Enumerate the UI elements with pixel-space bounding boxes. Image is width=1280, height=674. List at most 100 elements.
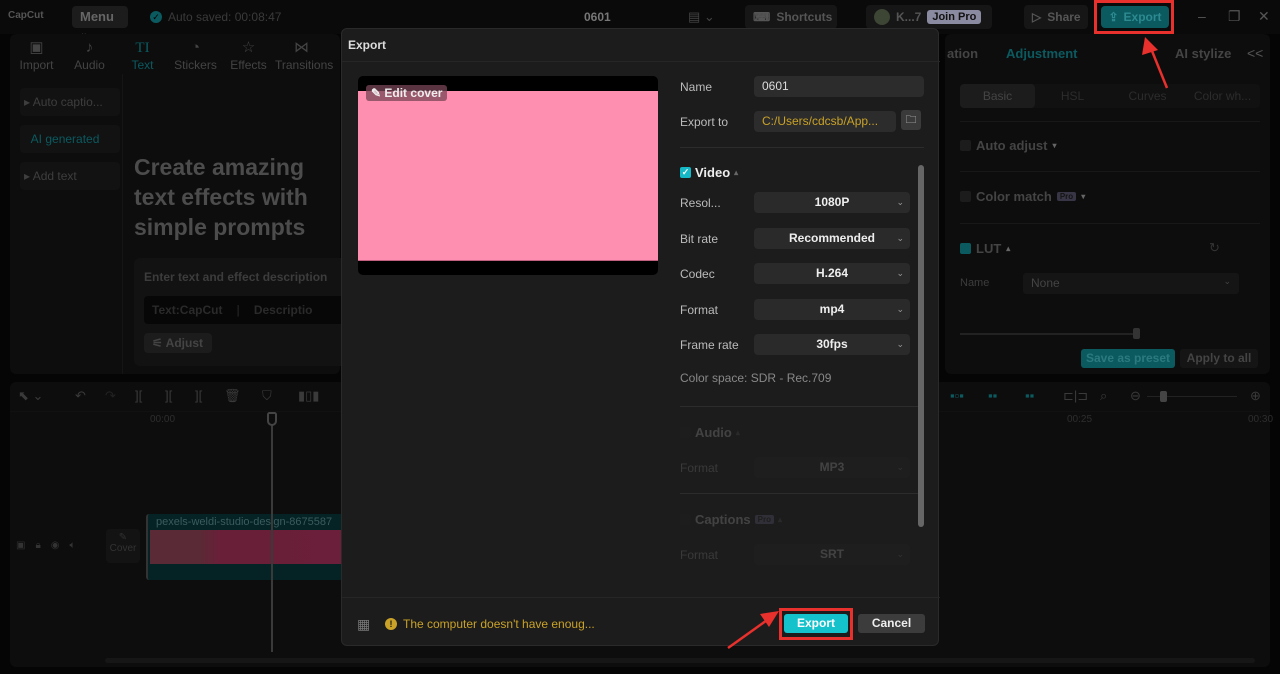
prompt-label: Enter text and effect description	[144, 270, 328, 284]
lock-icon[interactable]: 🔒︎	[35, 540, 40, 551]
codec-select[interactable]: H.264 ⌄	[754, 263, 910, 284]
sidebar-item-ai-generated[interactable]: AI generated	[20, 125, 120, 153]
tool-audio[interactable]: ♪ Audio	[63, 36, 116, 72]
user-account[interactable]: K...7 Join Pro	[866, 5, 992, 29]
tab-adjustment[interactable]: Adjustment	[1006, 46, 1078, 61]
export-button-top[interactable]: ⇪ Export	[1101, 6, 1169, 28]
split-preview-icon[interactable]: ⊏|⊐	[1063, 388, 1088, 404]
main-track-magnet-icon[interactable]: ▪▫▪	[950, 388, 964, 403]
marker-icon[interactable]: ⛉	[262, 388, 272, 404]
bitrate-value: Recommended	[788, 231, 876, 245]
tool-text[interactable]: TI Text	[116, 36, 169, 72]
reset-icon[interactable]: ↻	[1209, 240, 1220, 256]
subtab-color-wheel[interactable]: Color wh...	[1185, 84, 1260, 108]
zoom-slider-handle[interactable]	[1160, 391, 1167, 402]
caret-up-icon[interactable]: ▴	[778, 515, 782, 524]
track-thumbnail-icon[interactable]: ▣	[16, 540, 25, 551]
intensity-slider-track[interactable]	[960, 333, 1140, 335]
minimize-icon[interactable]: –	[1198, 8, 1206, 24]
export-confirm-button[interactable]: Export	[784, 614, 848, 633]
color-match-checkbox[interactable]	[960, 191, 971, 202]
description-input-placeholder[interactable]: Descriptio	[254, 303, 313, 317]
username: K...7	[896, 10, 922, 24]
name-input[interactable]: 0601	[754, 76, 924, 97]
redo-icon[interactable]: ↷	[105, 388, 116, 404]
playhead-line[interactable]	[271, 412, 273, 652]
export-path-input[interactable]: C:/Users/cdcsb/App...	[754, 111, 896, 132]
auto-adjust-checkbox[interactable]	[960, 140, 971, 151]
auto-snap-icon[interactable]: ▪▪	[988, 388, 997, 403]
zoom-in-icon[interactable]: ⊕	[1250, 388, 1261, 404]
bitrate-select[interactable]: Recommended ⌄	[754, 228, 910, 249]
text-input-placeholder[interactable]: Text:CapCut	[152, 303, 222, 317]
audio-checkbox[interactable]	[680, 427, 691, 438]
color-space-info: Color space: SDR - Rec.709	[680, 371, 832, 385]
tool-effects[interactable]: ☆ Effects	[222, 36, 275, 72]
intensity-slider-handle[interactable]	[1133, 328, 1140, 339]
join-pro-button[interactable]: Join Pro	[927, 10, 982, 24]
edit-cover-button[interactable]: ✎ Edit cover	[366, 85, 448, 101]
captions-format-select[interactable]: SRT ⌄	[754, 544, 910, 565]
lut-name-label: Name	[960, 277, 990, 289]
adjust-button[interactable]: ⚟ Adjust	[144, 333, 212, 353]
video-clip[interactable]: pexels-weldi-studio-design-8675587	[146, 514, 346, 580]
tool-transitions[interactable]: ⋈ Transitions	[275, 36, 333, 72]
folder-icon[interactable]: 🗀	[901, 110, 921, 130]
pro-badge: Pro	[754, 515, 774, 524]
preview-axis-icon[interactable]: ⌕	[1100, 388, 1107, 404]
tool-stickers[interactable]: ◔ Stickers	[169, 36, 222, 72]
sidebar-item-add-text[interactable]: ▸ Add text	[20, 162, 120, 190]
cancel-button[interactable]: Cancel	[858, 614, 925, 633]
format-select[interactable]: mp4 ⌄	[754, 299, 910, 320]
undo-icon[interactable]: ↶	[75, 388, 86, 404]
lut-checkbox[interactable]	[960, 243, 971, 254]
cover-preview: ✎ Edit cover	[358, 76, 658, 275]
upload-icon: ⇪	[1108, 10, 1119, 24]
caret-up-icon[interactable]: ▴	[736, 428, 740, 437]
tool-import[interactable]: ▣ Import	[10, 36, 63, 72]
save-as-preset-button[interactable]: Save as preset	[1081, 349, 1175, 368]
speaker-icon[interactable]: 🔈︎	[70, 540, 76, 551]
close-icon[interactable]: ✕	[1258, 8, 1270, 25]
prompt-input[interactable]: Text:CapCut | Descriptio	[144, 296, 354, 324]
video-checkbox[interactable]: ✓	[680, 167, 691, 178]
lut-name-select[interactable]: None ⌄	[1023, 273, 1239, 294]
select-cursor-icon[interactable]: ⬉ ⌄	[18, 388, 43, 404]
menu-button[interactable]: Menu ⌄	[72, 6, 128, 38]
tab-ai-stylize[interactable]: AI stylize	[1175, 46, 1231, 61]
trim-left-icon[interactable]: ][	[165, 388, 172, 403]
settings-scrollbar[interactable]	[918, 165, 924, 527]
tab-animation[interactable]: ation	[947, 46, 978, 61]
transitions-icon: ⋈	[294, 39, 309, 56]
captions-format-value: SRT	[820, 547, 844, 561]
project-title: 0601	[584, 10, 611, 24]
subtab-hsl[interactable]: HSL	[1035, 84, 1110, 108]
delete-icon[interactable]: 🗑	[224, 388, 241, 404]
trim-right-icon[interactable]: ][	[195, 388, 202, 403]
linkage-icon[interactable]: ▪▪	[1025, 388, 1034, 403]
audio-format-label: Format	[680, 461, 719, 475]
ruler-tick: 00:25	[1067, 414, 1093, 425]
timeline-scrollbar[interactable]	[105, 658, 1255, 663]
eye-icon[interactable]: ◉	[51, 540, 60, 551]
caret-up-icon[interactable]: ▴	[734, 168, 738, 177]
cover-button[interactable]: ✎ Cover	[106, 529, 140, 563]
frame-rate-select[interactable]: 30fps ⌄	[754, 334, 910, 355]
playhead-handle[interactable]	[267, 412, 277, 426]
restore-icon[interactable]: ❐	[1228, 8, 1241, 25]
share-button[interactable]: ▷ Share	[1024, 5, 1088, 29]
subtab-curves[interactable]: Curves	[1110, 84, 1185, 108]
auto-adjust-row: Auto adjust ▾	[960, 138, 1057, 153]
layout-icon[interactable]: ▤ ⌄	[688, 9, 715, 25]
collapse-panel-icon[interactable]: <<	[1247, 45, 1263, 61]
resolution-select[interactable]: 1080P ⌄	[754, 192, 910, 213]
captions-checkbox[interactable]	[680, 514, 691, 525]
apply-to-all-button[interactable]: Apply to all	[1180, 349, 1258, 368]
sidebar-item-auto-captions[interactable]: ▸ Auto captio...	[20, 88, 120, 116]
split-icon[interactable]: ][	[135, 388, 142, 403]
zoom-out-icon[interactable]: ⊖	[1130, 388, 1141, 404]
audio-format-select[interactable]: MP3 ⌄	[754, 457, 910, 478]
subtab-basic[interactable]: Basic	[960, 84, 1035, 108]
freeze-frame-icon[interactable]: ▮▯▮	[298, 388, 319, 404]
shortcuts-button[interactable]: ⌨ Shortcuts	[745, 5, 837, 29]
